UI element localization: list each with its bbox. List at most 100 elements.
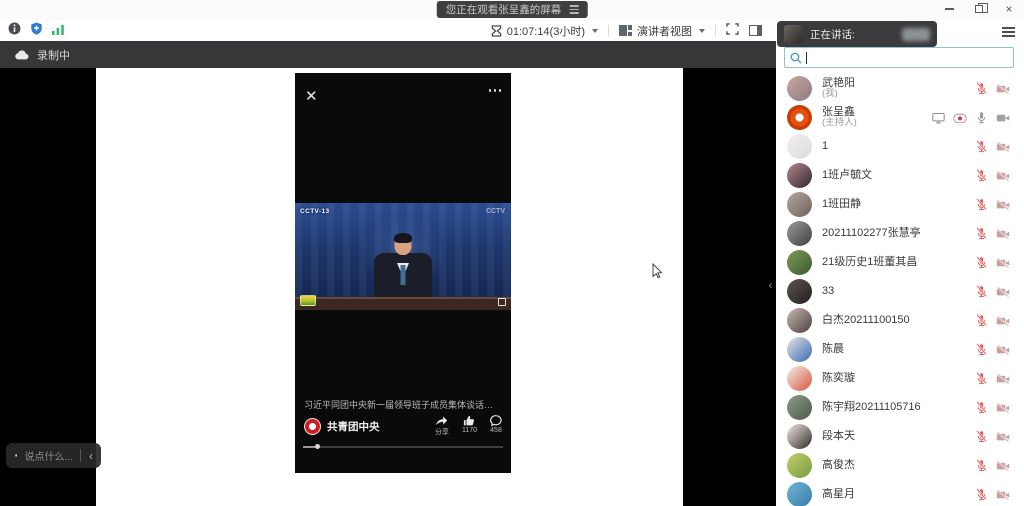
- toolbar-divider: [715, 25, 716, 37]
- participant-row[interactable]: 33: [776, 277, 1024, 306]
- screen-share-icon: [932, 112, 945, 124]
- participant-name: 1班田静: [822, 198, 861, 211]
- participant-avatar: [787, 337, 812, 362]
- view-mode-selector[interactable]: 演讲者视图: [619, 23, 705, 39]
- participant-status-icons: [975, 169, 1010, 182]
- more-options-icon[interactable]: [489, 89, 502, 92]
- chat-placeholder[interactable]: 说点什么...: [24, 448, 72, 463]
- cctv-watermark: CCTV: [486, 208, 505, 215]
- mouse-cursor: [652, 263, 663, 284]
- layout-icon: [619, 25, 632, 36]
- maximize-button[interactable]: [972, 2, 986, 16]
- meeting-timer[interactable]: 01:07:14(3小时): [491, 23, 598, 39]
- participant-name: 陈奕璇: [822, 372, 855, 385]
- close-icon[interactable]: ✕: [305, 89, 318, 104]
- account-row: 共青团中央 分享 1170 458: [304, 414, 502, 438]
- news-video-frame[interactable]: CCTV-13 CCTV: [295, 203, 511, 310]
- fullscreen-button[interactable]: [726, 22, 739, 40]
- mic-icon: [975, 111, 988, 124]
- participant-status-icons: [975, 314, 1010, 327]
- banner-menu-icon[interactable]: [569, 5, 578, 14]
- watching-banner-text: 您正在观看张呈鑫的屏幕: [446, 2, 562, 17]
- chat-collapse-icon[interactable]: ‹: [87, 450, 95, 462]
- share-label: 分享: [435, 427, 449, 437]
- participant-status-icons: [975, 488, 1010, 501]
- mic-muted-icon: [975, 82, 988, 95]
- participant-avatar: [787, 279, 812, 304]
- like-count: 1170: [462, 427, 477, 434]
- participant-name: 陈晨: [822, 343, 844, 356]
- meeting-toolbar: 01:07:14(3小时) 演讲者视图: [0, 20, 776, 41]
- participant-row[interactable]: 白杰20211100150: [776, 306, 1024, 335]
- watching-banner[interactable]: 您正在观看张呈鑫的屏幕: [437, 1, 588, 18]
- camera-off-icon: [996, 199, 1010, 211]
- comment-icon: [490, 415, 502, 426]
- toolbar-divider: [608, 25, 609, 37]
- participant-row[interactable]: 21级历史1班董其昌: [776, 248, 1024, 277]
- camera-off-icon: [996, 431, 1010, 443]
- participant-row[interactable]: 武艳阳 (我): [776, 74, 1024, 103]
- progress-knob[interactable]: [315, 444, 320, 449]
- mic-muted-icon: [975, 459, 988, 472]
- camera-off-icon: [996, 344, 1010, 356]
- minimize-button[interactable]: [942, 2, 956, 16]
- comment-button[interactable]: 458: [490, 415, 502, 437]
- participant-row[interactable]: 1班卢毓文: [776, 161, 1024, 190]
- participant-row[interactable]: 段本天: [776, 422, 1024, 451]
- participant-name: 高星月: [822, 488, 855, 501]
- view-mode-label: 演讲者视图: [637, 23, 692, 39]
- participant-row[interactable]: 陈奕璇: [776, 364, 1024, 393]
- participant-avatar: [787, 482, 812, 506]
- participant-row[interactable]: 高俊杰: [776, 451, 1024, 480]
- mic-muted-icon: [975, 372, 988, 385]
- participant-row[interactable]: 高星月: [776, 480, 1024, 506]
- participant-row[interactable]: 1: [776, 132, 1024, 161]
- camera-icon: [996, 112, 1010, 124]
- video-player[interactable]: ✕ CCTV-13 CCTV 习近平同团中央新一届领导班子成员集体谈话并发…>: [295, 73, 511, 473]
- sidebar-collapse-handle[interactable]: ‹: [766, 274, 775, 296]
- panel-menu-icon[interactable]: [1002, 27, 1015, 37]
- meeting-window: 您正在观看张呈鑫的屏幕 × 01:07:14(3小时): [0, 0, 1024, 506]
- participant-row[interactable]: 1班田静: [776, 190, 1024, 219]
- participant-status-icons: [975, 198, 1010, 211]
- participant-name: 陈宇翔20211105716: [822, 401, 921, 414]
- participant-search-input[interactable]: [784, 47, 1014, 68]
- participant-row[interactable]: 张呈鑫 (主持人): [776, 103, 1024, 132]
- network-signal-icon[interactable]: [52, 22, 65, 40]
- account-name[interactable]: 共青团中央: [327, 419, 380, 434]
- participant-status-icons: [975, 401, 1010, 414]
- emoji-icon[interactable]: [15, 449, 17, 462]
- recording-banner: 录制中: [0, 41, 776, 68]
- participant-row[interactable]: 20211102277张慧亭: [776, 219, 1024, 248]
- titlebar: 您正在观看张呈鑫的屏幕 ×: [0, 0, 1024, 20]
- participant-row[interactable]: 陈晨: [776, 335, 1024, 364]
- like-button[interactable]: 1170: [462, 415, 477, 437]
- share-button[interactable]: 分享: [435, 415, 449, 437]
- shared-screen-stage: 录制中 ✕ CCTV-13 CCTV 习近平同团中: [0, 41, 776, 506]
- participant-role: (主持人): [822, 118, 857, 129]
- account-avatar[interactable]: [304, 418, 321, 435]
- video-progress-bar[interactable]: [303, 445, 503, 448]
- participant-name: 33: [822, 285, 834, 298]
- participant-row[interactable]: 陈宇翔20211105716: [776, 393, 1024, 422]
- expand-icon[interactable]: [498, 298, 506, 306]
- camera-off-icon: [996, 83, 1010, 95]
- mic-muted-icon: [975, 401, 988, 414]
- mic-muted-icon: [975, 198, 988, 211]
- participants-panel: 正在讲话: 武艳阳 (我) 张呈鑫 (主持人) 1 1班卢毓: [776, 20, 1024, 506]
- info-icon[interactable]: [8, 22, 21, 40]
- side-panel-toggle[interactable]: [749, 25, 762, 36]
- video-caption[interactable]: 习近平同团中央新一届领导班子成员集体谈话并发…>: [304, 398, 502, 411]
- participant-avatar: [787, 134, 812, 159]
- chat-input-bar[interactable]: 说点什么... ‹: [6, 443, 101, 468]
- mic-muted-icon: [975, 343, 988, 356]
- participant-status-icons: [975, 82, 1010, 95]
- camera-off-icon: [996, 286, 1010, 298]
- security-shield-icon[interactable]: [30, 22, 43, 40]
- mic-muted-icon: [975, 140, 988, 153]
- thumbs-up-icon: [463, 415, 475, 426]
- camera-off-icon: [996, 373, 1010, 385]
- view-mode-caret-icon: [699, 29, 705, 33]
- participant-avatar: [787, 163, 812, 188]
- close-button[interactable]: ×: [1002, 2, 1016, 16]
